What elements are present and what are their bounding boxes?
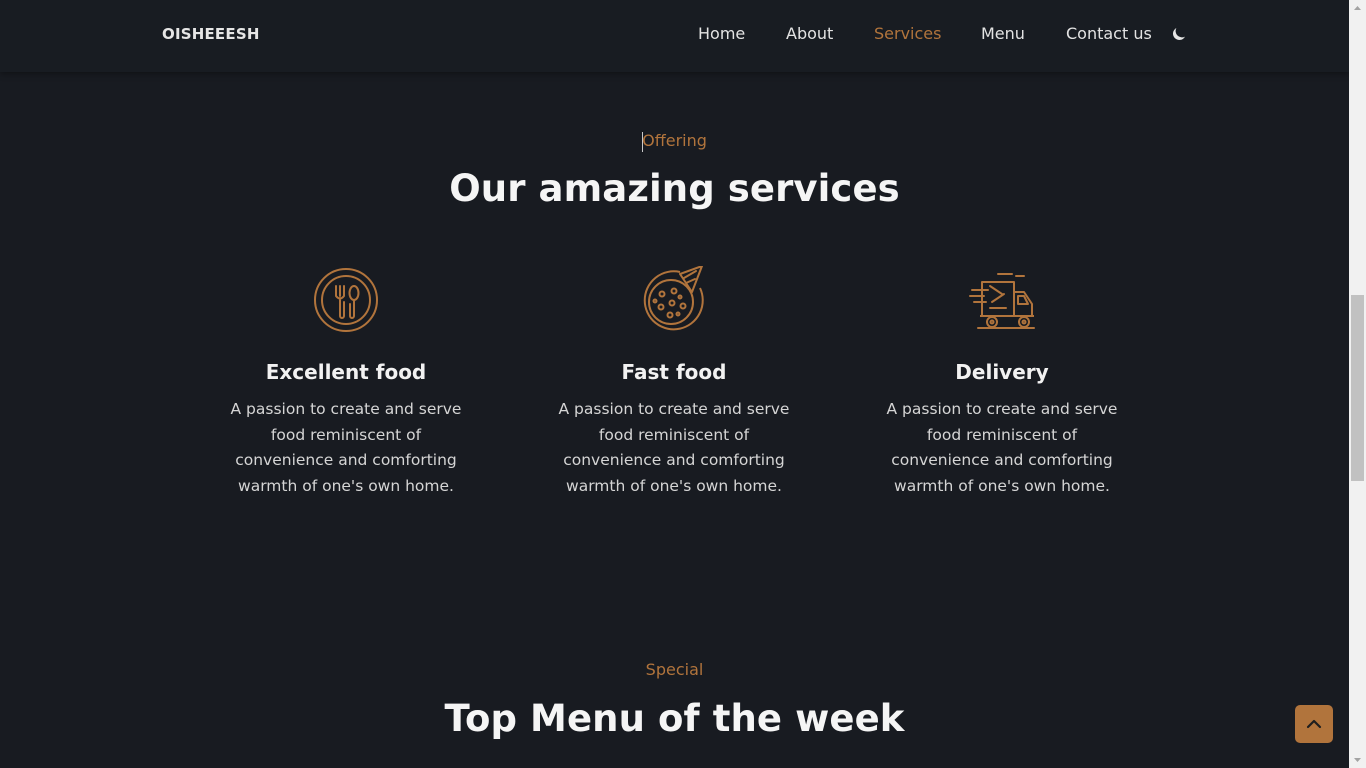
- main-nav: Home About Services Menu Contact us: [0, 24, 1349, 48]
- service-description: A passion to create and serve food remin…: [558, 400, 790, 495]
- nav-link-about[interactable]: About: [786, 24, 833, 43]
- site-header: OISHEEESH Home About Services Menu Conta…: [0, 0, 1349, 72]
- service-title: Delivery: [955, 360, 1049, 384]
- chevron-up-icon: [1306, 719, 1322, 729]
- vertical-scrollbar[interactable]: [1349, 0, 1366, 768]
- service-description: A passion to create and serve food remin…: [230, 400, 462, 495]
- nav-link-contact[interactable]: Contact us: [1066, 24, 1152, 43]
- scroll-down-arrow-icon[interactable]: [1349, 751, 1366, 768]
- service-description: A passion to create and serve food remin…: [886, 400, 1118, 495]
- service-title: Excellent food: [265, 360, 427, 384]
- nav-link-services[interactable]: Services: [874, 24, 941, 43]
- moon-icon[interactable]: [1170, 25, 1188, 43]
- nav-link-menu[interactable]: Menu: [981, 24, 1025, 43]
- service-card-excellent-food: Excellent food A passion to create and s…: [216, 266, 476, 499]
- pizza-icon: [643, 266, 704, 331]
- menu-title: Top Menu of the week: [444, 697, 905, 740]
- services-eyebrow: Offering: [642, 131, 707, 150]
- page: OISHEEESH Home About Services Menu Conta…: [0, 0, 1366, 768]
- service-title: Fast food: [621, 360, 727, 384]
- service-card-fast-food: Fast food A passion to create and serve …: [544, 266, 804, 499]
- menu-eyebrow: Special: [645, 660, 704, 679]
- services-title: Our amazing services: [449, 167, 900, 210]
- cutlery-plate-icon: [314, 268, 378, 332]
- delivery-truck-icon: [969, 273, 1035, 329]
- nav-link-home[interactable]: Home: [698, 24, 745, 43]
- scrollbar-thumb[interactable]: [1351, 295, 1364, 481]
- back-to-top-button[interactable]: [1295, 705, 1333, 743]
- service-card-delivery: Delivery A passion to create and serve f…: [872, 266, 1132, 499]
- scroll-up-arrow-icon[interactable]: [1349, 0, 1366, 17]
